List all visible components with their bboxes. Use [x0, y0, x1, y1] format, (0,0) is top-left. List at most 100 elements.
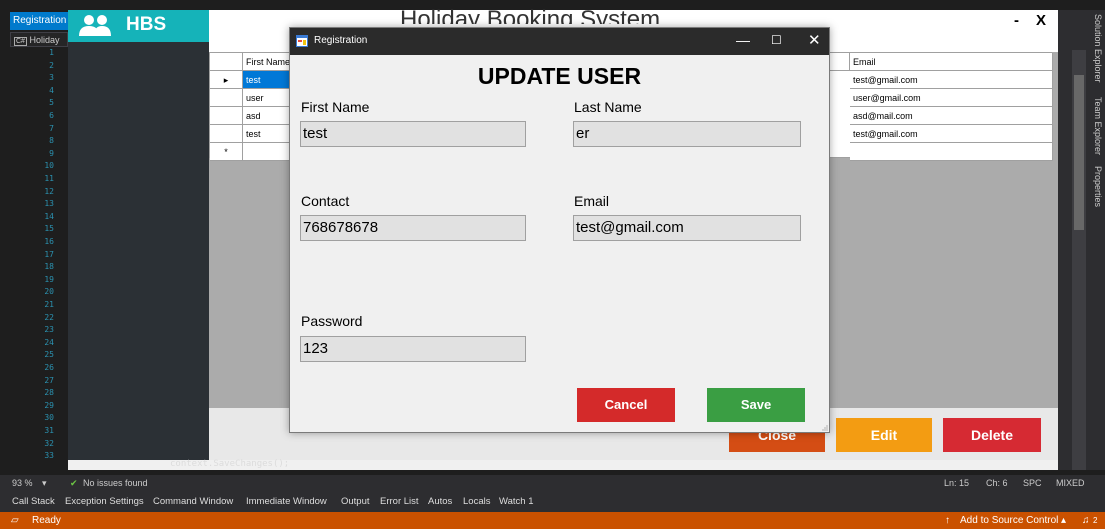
- line-number: 14: [44, 211, 54, 221]
- grid-cell-new[interactable]: [850, 143, 1053, 161]
- row-header-new[interactable]: *: [210, 143, 243, 161]
- contact-label: Contact: [301, 193, 350, 209]
- grid-cell-email[interactable]: user@gmail.com: [850, 89, 1053, 107]
- line-number: 30: [44, 413, 54, 423]
- row-header[interactable]: [210, 89, 243, 107]
- line-number: 31: [44, 426, 54, 435]
- line-number: 17: [44, 249, 54, 259]
- code-line[interactable]: context.SaveChanges();: [170, 459, 289, 469]
- grid-cell-first-name[interactable]: user: [243, 89, 291, 107]
- tab-command-window[interactable]: Command Window: [153, 491, 233, 512]
- line-number: 19: [44, 274, 54, 284]
- delete-button[interactable]: Delete: [943, 418, 1041, 452]
- line-ending-mode[interactable]: MIXED: [1056, 475, 1085, 491]
- app-minimize-button[interactable]: -: [1014, 12, 1019, 29]
- save-button[interactable]: Save: [707, 388, 805, 422]
- tab-exception-settings[interactable]: Exception Settings: [65, 491, 144, 512]
- tab-watch-1[interactable]: Watch 1: [499, 491, 534, 512]
- line-number: 24: [44, 337, 54, 347]
- password-field[interactable]: 123: [300, 336, 526, 362]
- contact-field[interactable]: 768678678: [300, 215, 526, 241]
- whitespace-mode[interactable]: SPC: [1023, 475, 1042, 491]
- line-number: 21: [44, 300, 54, 309]
- line-number: 32: [44, 438, 54, 448]
- zoom-dropdown-icon[interactable]: ▾: [42, 475, 47, 491]
- line-number: 10: [44, 161, 54, 171]
- line-number: 18: [44, 262, 54, 272]
- edit-button[interactable]: Edit: [836, 418, 932, 452]
- status-text: Ready: [32, 515, 61, 526]
- char-position: Ch: 6: [986, 478, 1008, 488]
- line-number: 33: [44, 451, 54, 461]
- tab-call-stack[interactable]: Call Stack: [12, 491, 55, 512]
- line-number: 6: [49, 111, 54, 120]
- grid-cell-first-name[interactable]: test: [243, 125, 291, 143]
- first-name-label: First Name: [301, 99, 370, 115]
- scrollbar-thumb[interactable]: [1074, 75, 1084, 230]
- editor-tab-registration[interactable]: Registration: [10, 12, 68, 30]
- cancel-button[interactable]: Cancel: [577, 388, 675, 422]
- tab-output[interactable]: Output: [341, 491, 370, 512]
- tab-error-list[interactable]: Error List: [380, 491, 419, 512]
- line-number: 23: [44, 325, 54, 335]
- column-header-first-name[interactable]: First Name: [243, 53, 291, 71]
- file-dropdown[interactable]: C# Holiday: [10, 32, 68, 47]
- line-number: 5: [49, 98, 54, 108]
- line-number: 4: [49, 85, 54, 95]
- brand-name: HBS: [126, 14, 167, 35]
- email-field[interactable]: test@gmail.com: [573, 215, 801, 241]
- app-title: Holiday Booking System: [400, 8, 661, 24]
- line-number: 8: [49, 136, 54, 146]
- password-label: Password: [301, 313, 363, 329]
- tab-autos[interactable]: Autos: [428, 491, 452, 512]
- grid-cell-email[interactable]: test@gmail.com: [850, 71, 1053, 89]
- line-number: 20: [44, 287, 54, 297]
- tab-immediate-window[interactable]: Immediate Window: [246, 491, 327, 512]
- close-icon[interactable]: ✕: [808, 31, 821, 49]
- line-number: 12: [44, 186, 54, 196]
- row-header-current[interactable]: ▸: [210, 71, 243, 89]
- line-number: 22: [44, 312, 54, 322]
- minimize-icon[interactable]: —: [736, 32, 750, 48]
- last-name-field[interactable]: er: [573, 121, 801, 147]
- add-to-source-control[interactable]: Add to Source Control: [960, 512, 1058, 529]
- properties-tab[interactable]: Properties: [1093, 166, 1103, 207]
- line-number: 11: [44, 174, 54, 183]
- line-number: 16: [44, 237, 54, 246]
- status-bar: ▱ Ready ↑ Add to Source Control ▴ ♫ 2: [0, 512, 1105, 529]
- grid-cell-email[interactable]: asd@mail.com: [850, 107, 1053, 125]
- column-header-email[interactable]: Email: [850, 53, 1053, 71]
- app-sidebar: [68, 10, 209, 460]
- line-number: 29: [44, 400, 54, 410]
- ready-icon: ▱: [11, 515, 19, 526]
- zoom-level[interactable]: 93 %: [12, 475, 33, 491]
- maximize-icon[interactable]: ☐: [771, 33, 782, 47]
- line-number: 25: [44, 350, 54, 360]
- grid-cell-new[interactable]: [243, 143, 291, 161]
- grid-cell-first-name[interactable]: asd: [243, 107, 291, 125]
- grid-cell-email[interactable]: test@gmail.com: [850, 125, 1053, 143]
- first-name-field[interactable]: test: [300, 121, 526, 147]
- line-number: 2: [49, 60, 54, 70]
- form-icon: [296, 35, 308, 47]
- line-number: 9: [49, 148, 54, 158]
- check-circle-icon: ✔: [70, 478, 78, 488]
- line-number: 7: [49, 123, 54, 133]
- line-number: 27: [44, 375, 54, 385]
- chevron-up-icon[interactable]: ▴: [1061, 512, 1066, 529]
- row-header[interactable]: [210, 107, 243, 125]
- grid-cell-first-name[interactable]: test: [243, 71, 291, 89]
- app-close-button[interactable]: X: [1036, 12, 1046, 29]
- line-number: 15: [44, 224, 54, 234]
- notification-bell-icon[interactable]: ♫: [1082, 512, 1090, 529]
- tool-window-tabs: Call Stack Exception Settings Command Wi…: [0, 491, 1105, 512]
- row-header[interactable]: [210, 125, 243, 143]
- team-explorer-tab[interactable]: Team Explorer: [1093, 97, 1103, 155]
- resize-grip-icon[interactable]: [822, 425, 828, 431]
- line-number-gutter: 1 2 3 4 5 6 7 8 9 10 11 12 13 14 15 16 17 18 19 20 21 22 23 24 2…: [10, 48, 68, 470]
- tab-locals[interactable]: Locals: [463, 491, 490, 512]
- solution-explorer-tab[interactable]: Solution Explorer: [1093, 14, 1103, 83]
- line-number: 28: [44, 388, 54, 398]
- issues-status[interactable]: No issues found: [83, 475, 148, 491]
- file-label: Holiday: [29, 35, 60, 45]
